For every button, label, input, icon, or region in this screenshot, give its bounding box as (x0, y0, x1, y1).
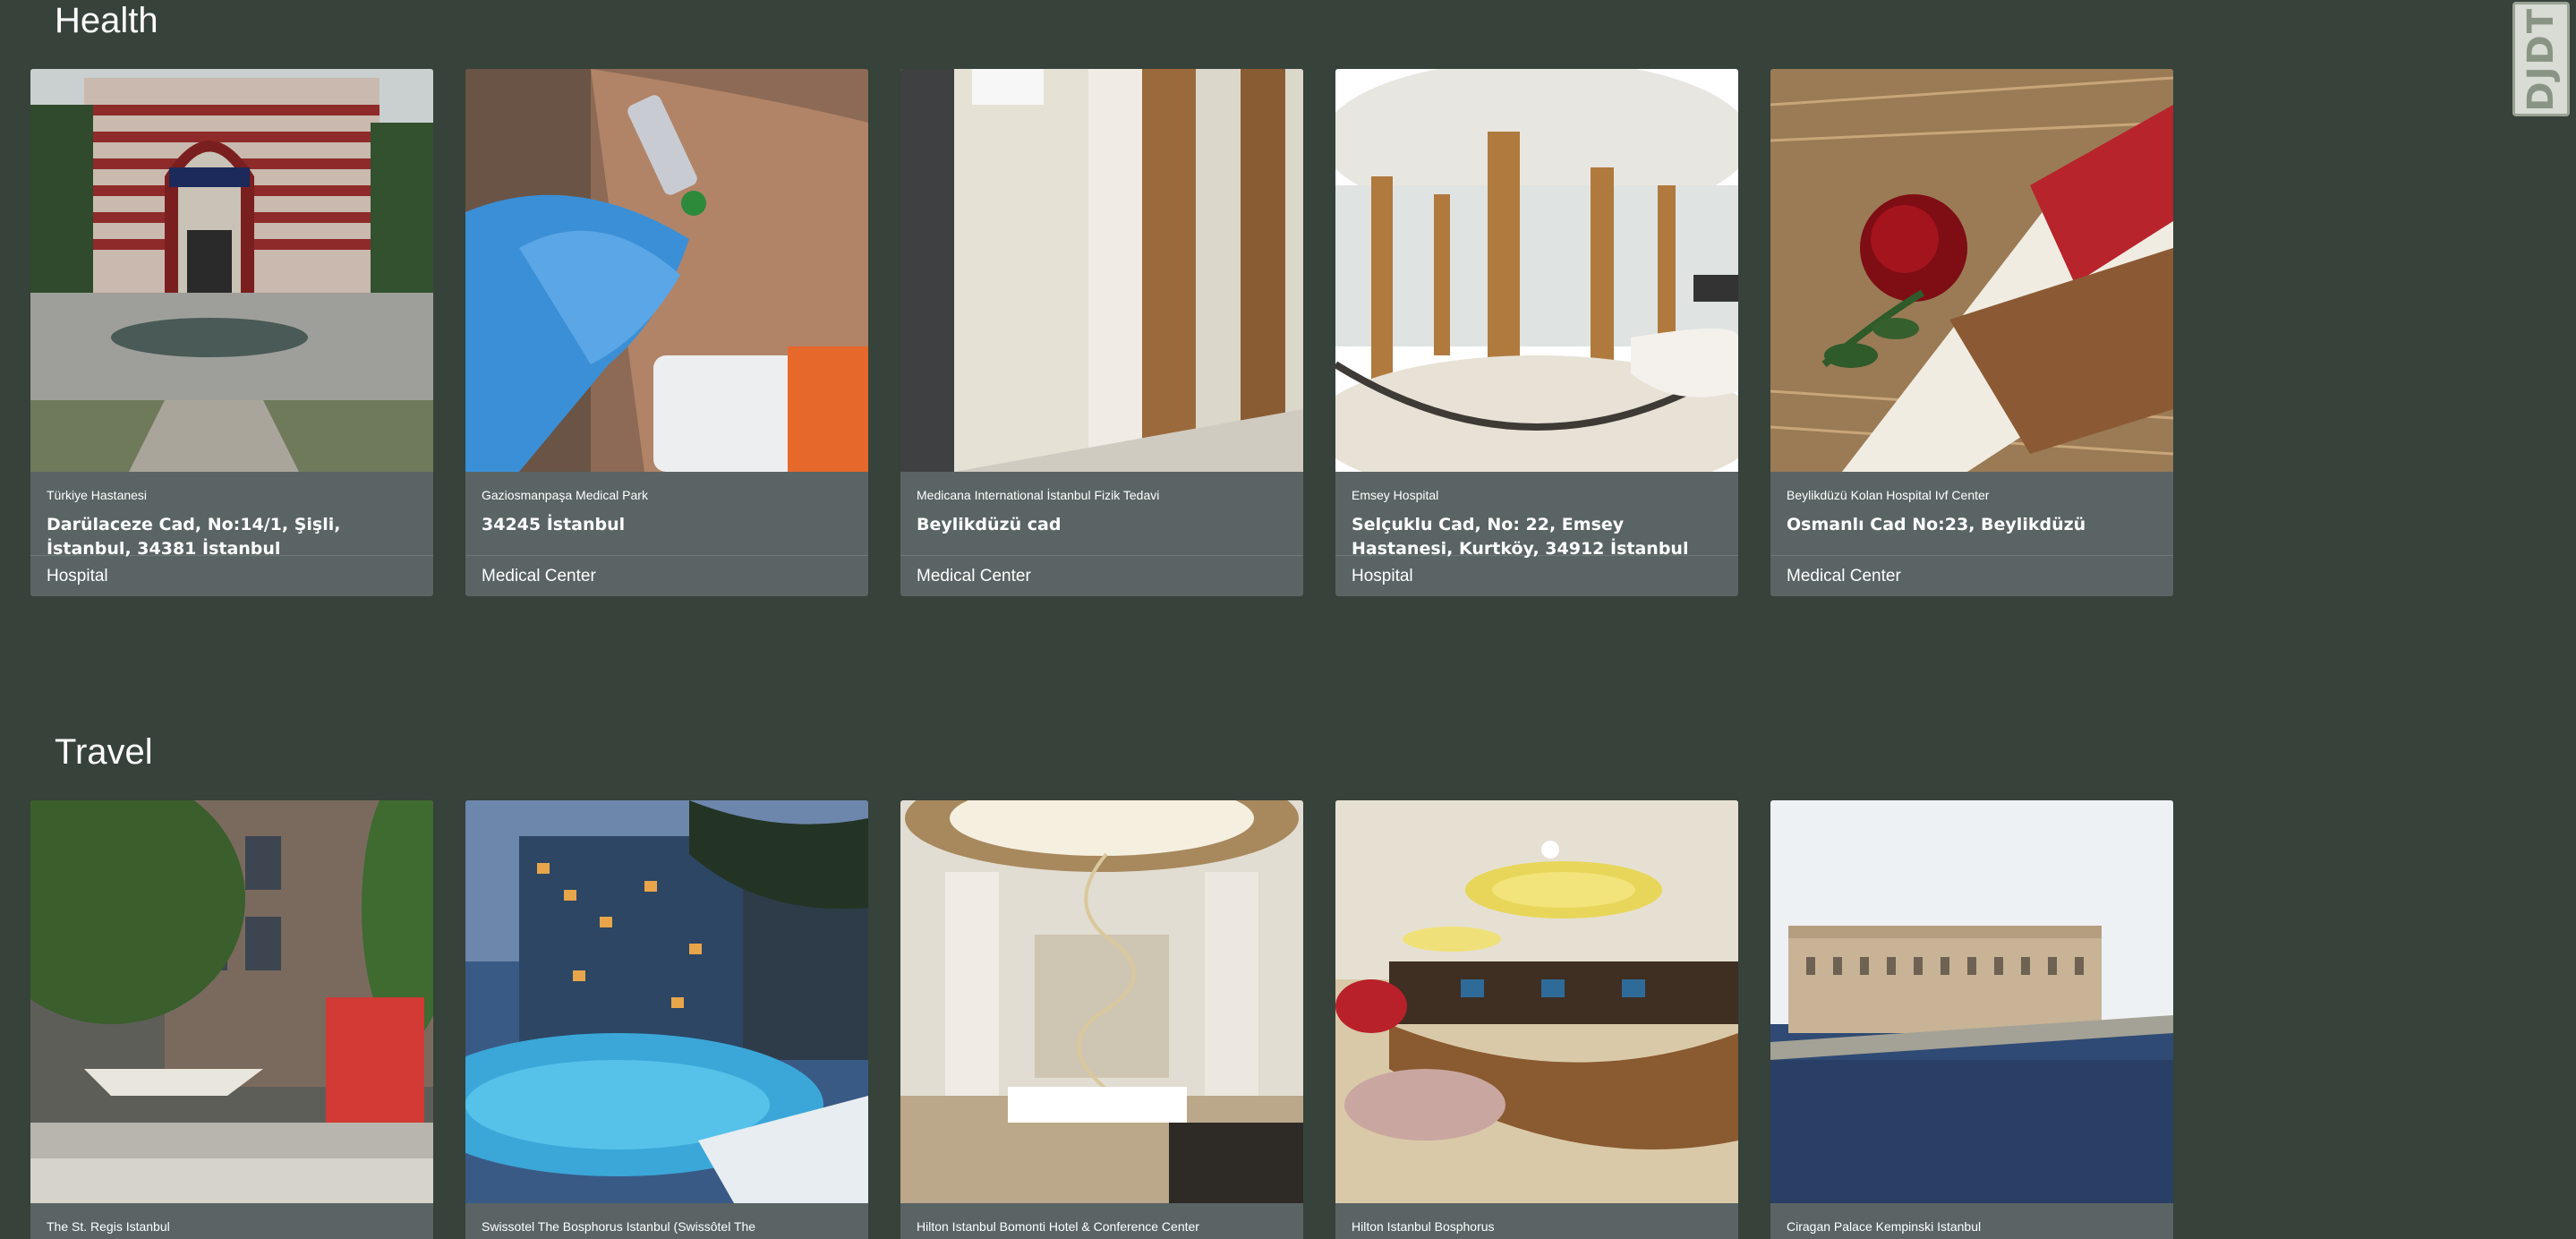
place-photo[interactable] (465, 69, 868, 472)
place-photo[interactable] (30, 69, 433, 472)
section-title-travel: Travel (55, 732, 153, 772)
place-name: Swissotel The Bosphorus Istanbul (Swissô… (482, 1219, 756, 1234)
card-row-health: Türkiye Hastanesi Darülaceze Cad, No:14/… (30, 69, 2173, 596)
place-card[interactable]: Medicana International İstanbul Fizik Te… (900, 69, 1303, 596)
card-body: Swissotel The Bosphorus Istanbul (Swissô… (465, 1203, 868, 1239)
place-photo[interactable] (465, 800, 868, 1203)
place-card[interactable]: Türkiye Hastanesi Darülaceze Cad, No:14/… (30, 69, 433, 596)
card-body: Gaziosmanpaşa Medical Park 34245 İstanbu… (465, 472, 868, 556)
place-name: Hilton Istanbul Bosphorus (1352, 1219, 1495, 1234)
place-card[interactable]: Ciragan Palace Kempinski Istanbul (1770, 800, 2173, 1239)
place-address: 34245 İstanbul (482, 514, 626, 534)
place-card[interactable]: Beylikdüzü Kolan Hospital Ivf Center Osm… (1770, 69, 2173, 596)
place-address: Osmanlı Cad No:23, Beylikdüzü (1787, 514, 2086, 534)
card-body: Ciragan Palace Kempinski Istanbul (1770, 1203, 2173, 1239)
place-name: Ciragan Palace Kempinski Istanbul (1787, 1219, 1982, 1234)
card-body: Hilton Istanbul Bosphorus (1335, 1203, 1738, 1239)
page: Health Türkiye Hastanesi Darülaceze Cad,… (0, 0, 2576, 1239)
place-category: Medical Center (917, 566, 1031, 585)
place-category: Hospital (1352, 566, 1413, 585)
card-body: Hilton Istanbul Bomonti Hotel & Conferen… (900, 1203, 1303, 1239)
card-body: Medicana International İstanbul Fizik Te… (900, 472, 1303, 556)
place-name: Gaziosmanpaşa Medical Park (482, 488, 648, 502)
place-address: Beylikdüzü cad (917, 514, 1062, 534)
place-card[interactable]: Swissotel The Bosphorus Istanbul (Swissô… (465, 800, 868, 1239)
place-photo[interactable] (1335, 800, 1738, 1203)
place-photo[interactable] (1770, 800, 2173, 1203)
place-card[interactable]: Hilton Istanbul Bomonti Hotel & Conferen… (900, 800, 1303, 1239)
place-photo[interactable] (1770, 69, 2173, 472)
place-name: Emsey Hospital (1352, 488, 1439, 502)
card-body: The St. Regis Istanbul (30, 1203, 433, 1239)
place-card[interactable]: Hilton Istanbul Bosphorus (1335, 800, 1738, 1239)
place-category: Medical Center (482, 566, 596, 585)
place-name: Beylikdüzü Kolan Hospital Ivf Center (1787, 488, 1990, 502)
card-body: Beylikdüzü Kolan Hospital Ivf Center Osm… (1770, 472, 2173, 556)
debug-toolbar-toggle[interactable]: DJDT (2512, 2, 2570, 116)
place-photo[interactable] (900, 800, 1303, 1203)
section-title-health: Health (55, 1, 158, 40)
card-body: Türkiye Hastanesi Darülaceze Cad, No:14/… (30, 472, 433, 559)
place-photo[interactable] (1335, 69, 1738, 472)
card-body: Emsey Hospital Selçuklu Cad, No: 22, Ems… (1335, 472, 1738, 559)
place-card[interactable]: The St. Regis Istanbul (30, 800, 433, 1239)
place-photo[interactable] (900, 69, 1303, 472)
place-name: The St. Regis Istanbul (47, 1219, 170, 1234)
place-name: Hilton Istanbul Bomonti Hotel & Conferen… (917, 1219, 1199, 1234)
place-category: Hospital (47, 566, 108, 585)
place-name: Medicana International İstanbul Fizik Te… (917, 488, 1160, 502)
place-card[interactable]: Gaziosmanpaşa Medical Park 34245 İstanbu… (465, 69, 868, 596)
card-row-travel: The St. Regis Istanbul Swissotel The Bos… (30, 800, 2173, 1239)
place-category: Medical Center (1787, 566, 1901, 585)
debug-toolbar-logo: DJDT (2521, 6, 2562, 112)
place-card[interactable]: Emsey Hospital Selçuklu Cad, No: 22, Ems… (1335, 69, 1738, 596)
place-name: Türkiye Hastanesi (47, 488, 148, 502)
place-photo[interactable] (30, 800, 433, 1203)
place-address: Darülaceze Cad, No:14/1, Şişli, İstanbul… (47, 514, 341, 559)
place-address: Selçuklu Cad, No: 22, Emsey Hastanesi, K… (1352, 514, 1689, 559)
